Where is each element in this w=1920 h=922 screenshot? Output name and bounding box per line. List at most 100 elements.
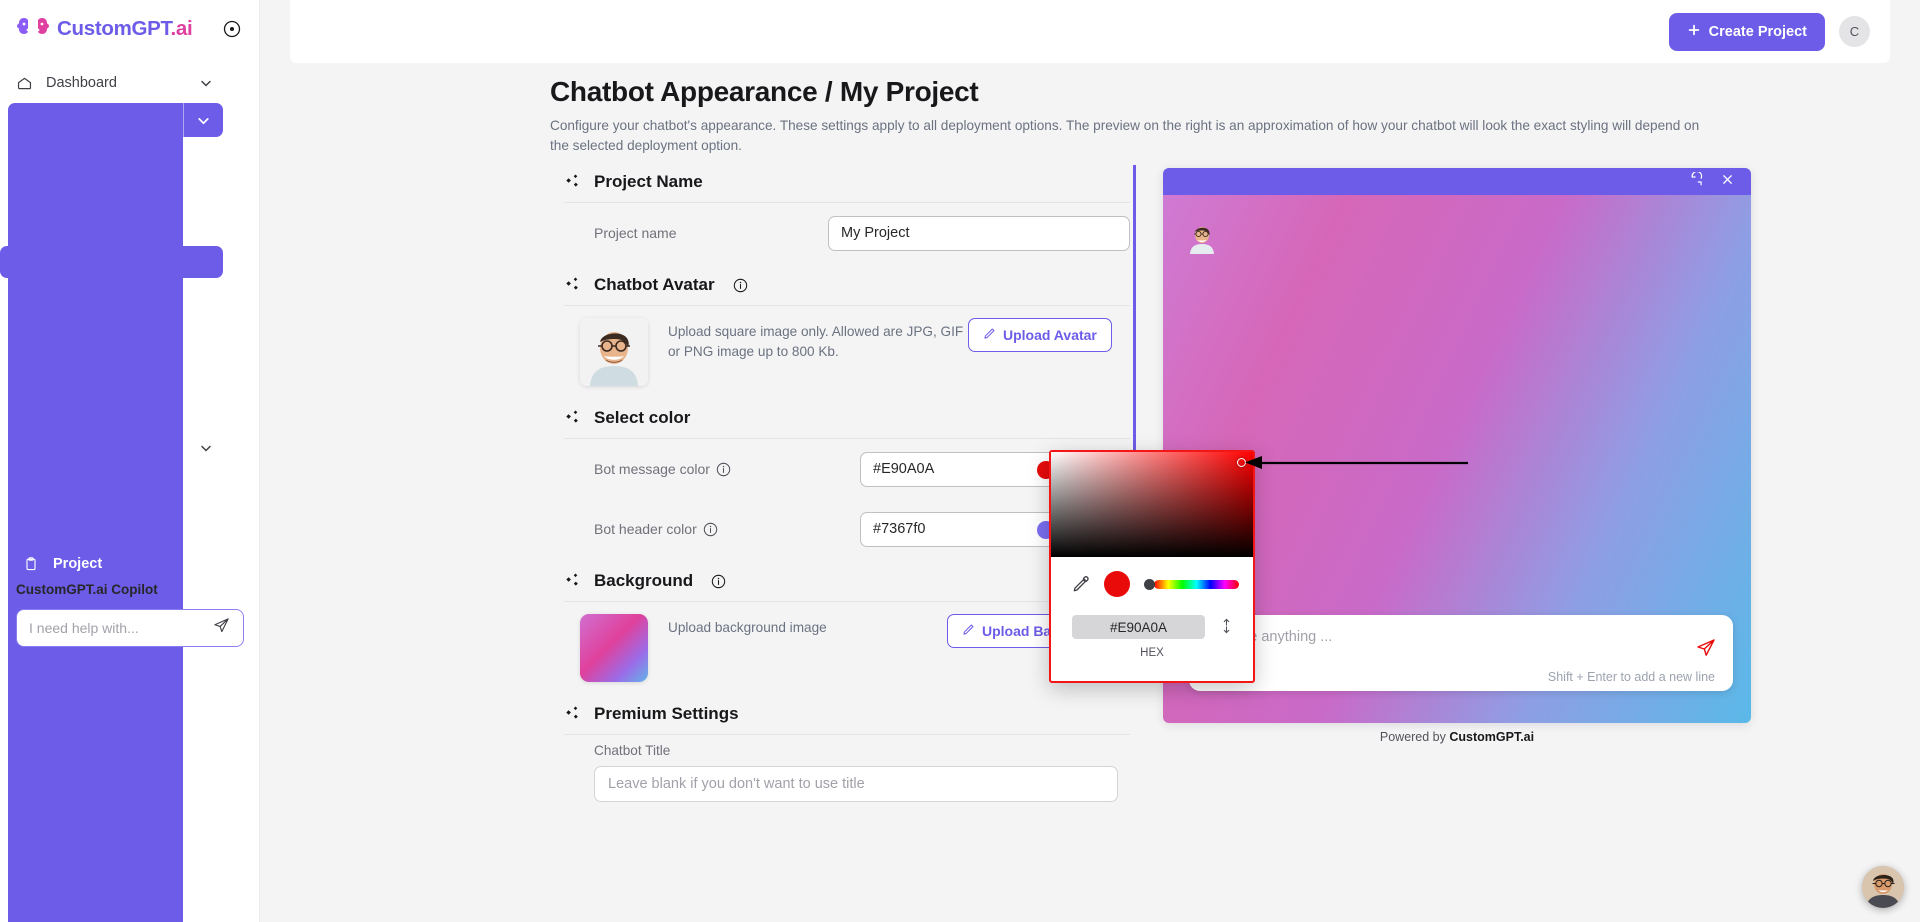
up-down-stepper-icon[interactable] [1221, 617, 1232, 636]
sidebar-item-dashboard[interactable]: Dashboard [0, 67, 223, 99]
create-project-button[interactable]: Create Project [1668, 12, 1825, 51]
preview-header [1163, 168, 1751, 195]
copilot-input[interactable] [29, 620, 212, 636]
color-picker-current-swatch [1104, 571, 1130, 597]
sidebar-item-project[interactable]: Project [8, 103, 223, 922]
brand-name-suffix: .ai [170, 17, 193, 40]
diamond-cluster-icon [564, 705, 582, 723]
color-picker-controls [1051, 557, 1253, 597]
section-title: Premium Settings [594, 704, 739, 723]
sidebar-item-project-main[interactable]: Project [8, 103, 183, 922]
background-note: Upload background image [668, 620, 827, 635]
sidebar-item-project-toggle[interactable] [183, 103, 223, 137]
background-row: Upload background image Upload Backgroun… [550, 602, 1130, 692]
background-thumbnail[interactable] [580, 614, 648, 682]
chatbot-title-input[interactable] [594, 766, 1118, 802]
bot-header-color-field [860, 511, 1066, 547]
info-icon[interactable] [733, 278, 748, 293]
collapse-circle-icon[interactable] [223, 20, 241, 38]
color-picker-format-label: HEX [1140, 647, 1164, 659]
diamond-cluster-icon [564, 572, 582, 590]
support-chat-bubble-button[interactable] [1862, 866, 1904, 908]
hue-slider-knob[interactable] [1144, 578, 1155, 590]
copilot-input-box[interactable] [16, 609, 244, 647]
sidebar-item-label: Project [53, 556, 103, 572]
bot-message-color-label: Bot message color [594, 461, 710, 477]
field-bot-header-color: Bot header color [550, 499, 1130, 559]
copilot-panel: CustomGPT.ai Copilot [0, 582, 260, 647]
home-icon [14, 73, 34, 93]
diamond-cluster-icon [564, 173, 582, 191]
section-select-color: Select color [550, 396, 1130, 438]
send-paper-plane-icon[interactable] [1695, 637, 1717, 659]
powered-prefix: Powered by [1379, 730, 1450, 744]
page-header: Chatbot Appearance / My Project Configur… [550, 76, 1770, 155]
powered-by: Powered by CustomGPT.ai [1163, 730, 1751, 744]
customgpt-logo-icon [16, 14, 50, 44]
bot-header-color-label: Bot header color [594, 521, 697, 537]
create-project-label: Create Project [1708, 23, 1807, 40]
info-icon[interactable] [711, 574, 726, 589]
preview-message-input-box[interactable]: Ask me anything ... Shift + Enter to add… [1189, 615, 1733, 691]
section-title: Background [594, 571, 694, 590]
bot-message-color-input[interactable] [860, 451, 1066, 487]
field-control [828, 215, 1130, 251]
diamond-cluster-icon [564, 276, 582, 294]
sidebar-item-label: Dashboard [46, 75, 117, 91]
app-root: CustomGPT.ai Dashboard Project CustomGPT… [0, 0, 1920, 922]
send-paper-plane-icon[interactable] [212, 616, 231, 640]
bot-header-color-input[interactable] [860, 511, 1066, 547]
main-content: Create Project C Chatbot Appearance / My… [260, 0, 1920, 922]
copilot-title: CustomGPT.ai Copilot [16, 582, 158, 597]
field-project-name: Project name [550, 203, 1130, 263]
diamond-cluster-icon [564, 409, 582, 427]
refresh-icon[interactable] [1689, 170, 1704, 192]
color-picker-hue-slider[interactable] [1144, 578, 1239, 590]
sidebar-nav: Dashboard Project [0, 58, 259, 922]
section-title: Project Name [594, 172, 703, 191]
chatbot-title-label: Chatbot Title [594, 743, 671, 758]
info-icon[interactable] [716, 462, 731, 477]
chevron-down-icon[interactable] [199, 441, 213, 455]
divider [564, 734, 1130, 735]
field-label: Bot message color [594, 461, 731, 477]
close-icon[interactable] [1720, 172, 1735, 192]
pencil-icon [983, 327, 996, 343]
field-label: Project name [594, 225, 677, 241]
chatbot-avatar-thumbnail[interactable] [580, 318, 648, 386]
preview-input-hint: Shift + Enter to add a new line [1547, 670, 1715, 684]
section-premium-settings: Premium Settings [550, 692, 1130, 734]
powered-brand: CustomGPT.ai [1449, 730, 1535, 744]
color-picker-saturation-handle[interactable] [1237, 458, 1246, 467]
info-icon[interactable] [703, 522, 718, 537]
project-name-input[interactable] [828, 215, 1130, 251]
upload-avatar-button[interactable]: Upload Avatar [968, 318, 1112, 352]
chevron-down-icon[interactable] [199, 76, 213, 90]
field-label: Bot header color [594, 521, 718, 537]
color-picker-hex-input[interactable]: #E90A0A [1072, 615, 1205, 639]
section-title: Chatbot Avatar [594, 275, 715, 294]
color-picker-popup[interactable]: #E90A0A HEX [1049, 450, 1255, 683]
eyedropper-icon[interactable] [1071, 575, 1090, 594]
field-bot-message-color: Bot message color [550, 439, 1130, 499]
brand-row: CustomGPT.ai [0, 0, 259, 58]
section-chatbot-avatar: Chatbot Avatar [550, 263, 1130, 305]
sidebar: CustomGPT.ai Dashboard Project CustomGPT… [0, 0, 260, 922]
section-project-name: Project Name [550, 160, 1130, 202]
bot-message-color-field [860, 451, 1066, 487]
color-picker-saturation-area[interactable] [1051, 452, 1253, 557]
hue-gradient-bar[interactable] [1154, 579, 1239, 589]
page-description: Configure your chatbot's appearance. The… [550, 118, 1700, 153]
page-title: Chatbot Appearance / My Project [550, 76, 979, 107]
brand-name: CustomGPT.ai [57, 17, 193, 41]
chatbot-avatar-note: Upload square image only. Allowed are JP… [668, 324, 964, 360]
pencil-icon [962, 623, 975, 639]
bot-avatar-icon [1185, 220, 1219, 254]
color-picker-hex-row: #E90A0A [1051, 615, 1253, 639]
plus-icon [1687, 23, 1701, 41]
brand-name-primary: CustomGPT [57, 17, 171, 40]
clipboard-icon [21, 554, 41, 574]
chatbot-avatar-row: Upload square image only. Allowed are JP… [550, 306, 1130, 396]
user-avatar[interactable]: C [1839, 16, 1870, 47]
section-background: Background [550, 559, 1130, 601]
